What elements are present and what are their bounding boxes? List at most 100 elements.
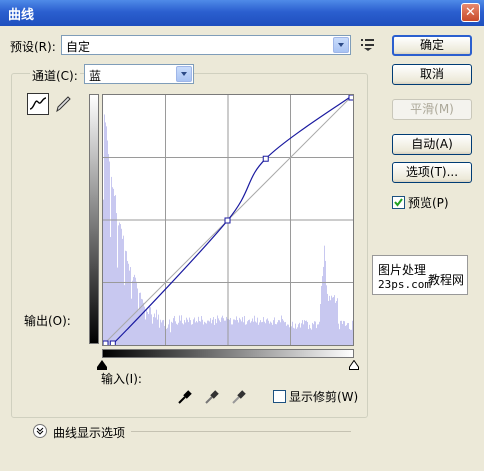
histogram-bar <box>226 317 227 345</box>
histogram-bar <box>319 322 320 345</box>
channel-select[interactable]: 蓝 <box>84 64 194 84</box>
histogram-bar <box>122 239 123 345</box>
input-label: 输入(I): <box>101 370 142 387</box>
histogram-bar <box>332 298 333 345</box>
curve-point-handle[interactable] <box>349 95 353 100</box>
histogram-bar <box>201 316 202 345</box>
histogram-bar <box>179 316 180 345</box>
histogram-bar <box>215 319 216 345</box>
histogram-bar <box>309 325 310 345</box>
histogram-bar <box>237 320 238 345</box>
histogram-bar <box>301 323 302 345</box>
histogram-bar <box>138 310 139 345</box>
black-point-slider[interactable] <box>97 359 107 369</box>
close-button[interactable]: ✕ <box>461 3 480 22</box>
histogram-bar <box>152 324 153 345</box>
curve-point-handle[interactable] <box>110 341 115 345</box>
histogram-bar <box>249 320 250 345</box>
watermark: 图片处理 教程网 23ps.com <box>372 255 468 295</box>
histogram-bar <box>352 321 353 345</box>
histogram-bar <box>269 324 270 345</box>
histogram-bar <box>248 320 249 345</box>
options-button[interactable]: 选项(T)... <box>392 162 472 183</box>
histogram-bar <box>315 322 316 345</box>
histogram-bar <box>121 229 122 345</box>
histogram-bar <box>344 321 345 345</box>
chevron-double-down-icon <box>34 425 46 437</box>
histogram-bar <box>151 314 152 345</box>
cancel-button[interactable]: 取消 <box>392 64 472 85</box>
close-icon: ✕ <box>465 5 476 20</box>
histogram-bar <box>321 286 322 345</box>
curve-graph[interactable] <box>102 94 354 346</box>
histogram-bar <box>168 324 169 345</box>
histogram-bar <box>349 329 350 345</box>
histogram-bar <box>196 321 197 345</box>
histogram-bar <box>203 324 204 345</box>
curve-point-handle[interactable] <box>225 218 230 223</box>
histogram-bar <box>333 297 334 345</box>
histogram-bar <box>280 322 281 345</box>
histogram-bar <box>131 299 132 345</box>
histogram-bar <box>318 324 319 345</box>
black-eyedropper-button[interactable] <box>176 388 194 406</box>
histogram-bar <box>154 314 155 345</box>
histogram-bar <box>231 324 232 345</box>
show-clipping-checkbox[interactable] <box>273 390 286 403</box>
histogram-bar <box>273 320 274 345</box>
histogram-bar <box>180 321 181 345</box>
preview-label: 预览(P) <box>408 194 449 211</box>
histogram-bar <box>124 285 125 345</box>
histogram-bar <box>118 225 119 345</box>
preset-options-icon[interactable] <box>361 38 375 52</box>
preset-select[interactable]: 自定 <box>61 35 351 55</box>
histogram-bar <box>303 324 304 345</box>
histogram-bar <box>172 323 173 345</box>
histogram-bar <box>222 316 223 345</box>
histogram-bar <box>150 307 151 345</box>
histogram-bar <box>283 321 284 345</box>
histogram-bar <box>192 324 193 345</box>
curve-chart[interactable] <box>103 95 353 345</box>
histogram-bar <box>244 316 245 345</box>
histogram-bar <box>325 261 326 345</box>
ok-button[interactable]: 确定 <box>392 35 472 56</box>
white-eyedropper-button[interactable] <box>230 388 248 406</box>
curve-point-tool[interactable] <box>27 93 49 115</box>
histogram-bar <box>132 281 133 345</box>
histogram-bar <box>320 304 321 345</box>
histogram-bar <box>211 323 212 345</box>
histogram-bar <box>235 320 236 345</box>
histogram-bar <box>224 321 225 345</box>
expand-options-button[interactable] <box>33 424 47 438</box>
histogram-bar <box>106 126 107 345</box>
pencil-tool[interactable] <box>52 93 74 115</box>
histogram-bar <box>164 326 165 345</box>
smooth-button[interactable]: 平滑(M) <box>392 99 472 120</box>
histogram-bar <box>253 322 254 345</box>
histogram-bar <box>331 296 332 345</box>
curve-point-handle[interactable] <box>103 341 108 345</box>
preview-checkbox[interactable] <box>392 196 405 209</box>
histogram-bar <box>264 322 265 345</box>
white-point-slider[interactable] <box>349 359 359 369</box>
histogram-bar <box>305 321 306 345</box>
histogram-bar <box>223 318 224 345</box>
histogram-bar <box>162 320 163 345</box>
auto-button[interactable]: 自动(A) <box>392 134 472 155</box>
histogram-bar <box>112 187 113 345</box>
histogram-bar <box>182 323 183 345</box>
channel-value: 蓝 <box>89 67 101 84</box>
show-clipping-label: 显示修剪(W) <box>289 388 358 405</box>
histogram-bar <box>198 317 199 345</box>
histogram-bar <box>316 328 317 345</box>
curve-point-handle[interactable] <box>263 156 268 161</box>
watermark-site: 23ps.com <box>378 278 431 291</box>
histogram-bar <box>210 318 211 345</box>
gray-eyedropper-button[interactable] <box>203 388 221 406</box>
histogram-bar <box>342 324 343 345</box>
histogram-bar <box>232 324 233 345</box>
histogram-bar <box>219 320 220 345</box>
histogram-bar <box>266 319 267 345</box>
histogram-bar <box>148 314 149 345</box>
